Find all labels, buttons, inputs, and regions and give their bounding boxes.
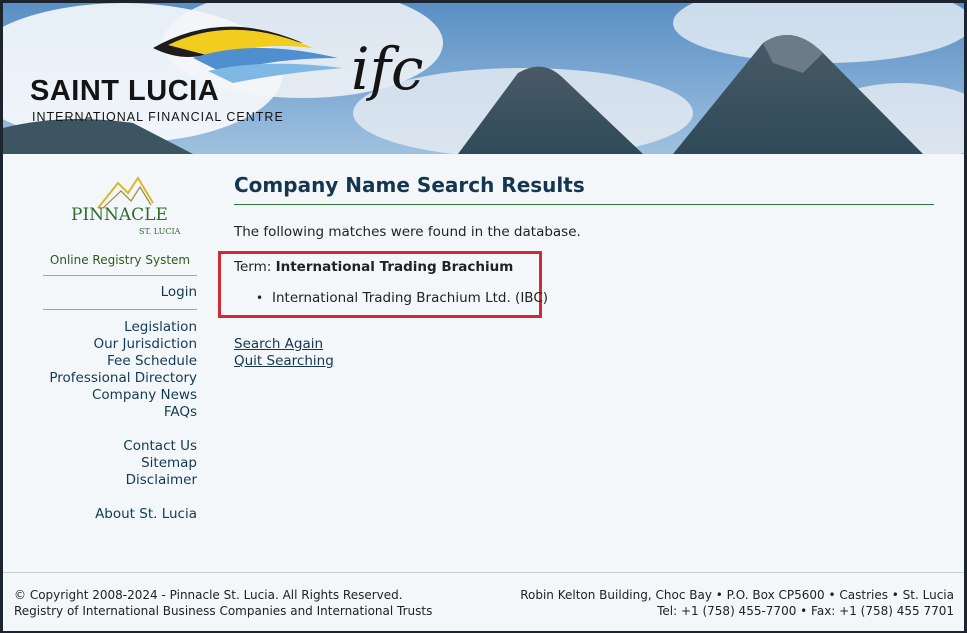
footer-address: Robin Kelton Building, Choc Bay • P.O. B…	[520, 588, 954, 602]
footer-left: © Copyright 2008-2024 - Pinnacle St. Luc…	[14, 587, 432, 619]
nav-professional-directory[interactable]: Professional Directory	[43, 370, 197, 387]
result-item[interactable]: International Trading Brachium Ltd. (IBC…	[256, 290, 548, 306]
main-content: Company Name Search Results The followin…	[218, 173, 934, 369]
nav-our-jurisdiction[interactable]: Our Jurisdiction	[43, 336, 198, 353]
nav-about-st-lucia[interactable]: About St. Lucia	[43, 506, 197, 523]
nav-fee-schedule[interactable]: Fee Schedule	[43, 353, 197, 370]
nav-contact-us[interactable]: Contact Us	[43, 438, 197, 455]
banner-title: SAINT LUCIA	[30, 75, 220, 107]
online-registry-label: Online Registry System	[43, 253, 197, 276]
nav-legislation[interactable]: Legislation	[43, 319, 197, 336]
pinnacle-logo-subtext: ST. LUCIA	[139, 227, 181, 236]
header-banner: SAINT LUCIA INTERNATIONAL FINANCIAL CENT…	[3, 3, 964, 154]
ifc-logo: ifc	[351, 35, 424, 103]
search-term: Term: International Trading Brachium	[234, 259, 513, 275]
footer-contact: Tel: +1 (758) 455-7700 • Fax: +1 (758) 4…	[657, 604, 954, 618]
nav-company-news[interactable]: Company News	[43, 387, 197, 404]
page-frame: SAINT LUCIA INTERNATIONAL FINANCIAL CENT…	[0, 0, 967, 633]
result-item-label[interactable]: International Trading Brachium Ltd. (IBC…	[272, 290, 548, 306]
nav-sitemap[interactable]: Sitemap	[43, 455, 197, 472]
pinnacle-logo-text: PINNACLE	[71, 205, 168, 225]
footer-copyright: © Copyright 2008-2024 - Pinnacle St. Luc…	[14, 588, 403, 602]
results-intro: The following matches were found in the …	[234, 224, 581, 240]
quit-searching-link[interactable]: Quit Searching	[234, 353, 334, 370]
search-again-link[interactable]: Search Again	[234, 336, 334, 353]
footer-right: Robin Kelton Building, Choc Bay • P.O. B…	[520, 587, 954, 619]
footer-registry: Registry of International Business Compa…	[14, 604, 433, 618]
sidebar: PINNACLE ST. LUCIA Online Registry Syste…	[43, 173, 197, 523]
footer: © Copyright 2008-2024 - Pinnacle St. Luc…	[3, 572, 964, 631]
login-section: Login	[43, 276, 197, 310]
action-links: Search Again Quit Searching	[234, 336, 334, 370]
pinnacle-logo[interactable]: PINNACLE ST. LUCIA	[43, 173, 197, 241]
nav-faqs[interactable]: FAQs	[43, 404, 197, 421]
results-list: International Trading Brachium Ltd. (IBC…	[256, 290, 548, 306]
nav-disclaimer[interactable]: Disclaimer	[43, 472, 197, 489]
term-label: Term:	[234, 259, 272, 275]
term-value: International Trading Brachium	[275, 259, 514, 275]
login-link[interactable]: Login	[43, 284, 197, 301]
banner-subtitle: INTERNATIONAL FINANCIAL CENTRE	[32, 110, 284, 124]
page-title: Company Name Search Results	[234, 173, 934, 205]
sidebar-nav: Legislation Our Jurisdiction Fee Schedul…	[43, 319, 197, 523]
